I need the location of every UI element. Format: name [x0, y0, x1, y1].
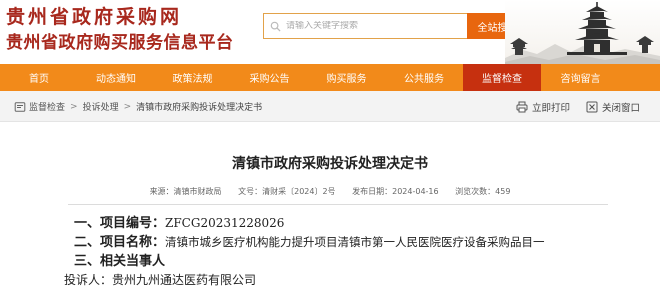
nav-item-policies[interactable]: 政策法规 — [154, 64, 231, 91]
doc-line-label: 三、相关当事人 — [74, 254, 166, 269]
nav-item-announcements[interactable]: 采购公告 — [231, 64, 308, 91]
search-icon — [264, 14, 286, 38]
nav-item-public-services[interactable]: 公共服务 — [385, 64, 463, 91]
site-title: 贵州省政府采购网 — [6, 6, 183, 28]
meta-view-count: 浏览次数：459 — [455, 187, 511, 196]
page-actions: 立即打印 关闭窗口 — [500, 91, 640, 122]
printer-icon — [516, 101, 528, 113]
divider — [68, 204, 608, 205]
nav-item-consultation[interactable]: 咨询留言 — [541, 64, 620, 91]
meta-source: 来源：清镇市财政局 — [149, 187, 222, 196]
breadcrumb-item-complaints[interactable]: 投诉处理 — [83, 100, 119, 113]
nav-item-supervision[interactable]: 监督检查 — [463, 64, 541, 91]
site-subtitle: 贵州省政府购买服务信息平台 — [6, 33, 234, 53]
pagoda-illustration — [505, 0, 660, 64]
document-meta: 来源：清镇市财政局 文号：清财采〔2024〕2号 发布日期：2024-04-16… — [0, 186, 660, 197]
site-header: 贵州省政府采购网 贵州省政府购买服务信息平台 全站搜索 — [0, 0, 660, 64]
breadcrumb-item-supervision[interactable]: 监督检查 — [29, 100, 65, 113]
close-icon — [586, 101, 598, 113]
doc-line-text: 投诉人：贵州九州通达医药有限公司 — [64, 273, 257, 287]
doc-line-project-number: 一、项目编号：ZFCG20231228026 — [64, 214, 660, 233]
document-body: 一、项目编号：ZFCG20231228026 二、项目名称：清镇市城乡医疗机构能… — [64, 214, 660, 290]
nav-item-home[interactable]: 首页 — [0, 64, 78, 91]
breadcrumb-separator: > — [70, 101, 78, 112]
print-button[interactable]: 立即打印 — [516, 100, 570, 114]
close-window-button[interactable]: 关闭窗口 — [586, 100, 640, 114]
nav-item-news[interactable]: 动态通知 — [78, 64, 154, 91]
meta-publish-date: 发布日期：2024-04-16 — [352, 187, 439, 196]
doc-line-project-name: 二、项目名称：清镇市城乡医疗机构能力提升项目清镇市第一人民医院医疗设备采购品目一 — [64, 233, 660, 252]
brand[interactable]: 贵州省政府采购网 贵州省政府购买服务信息平台 — [6, 6, 234, 53]
breadcrumb-bar: 监督检查 > 投诉处理 > 清镇市政府采购投诉处理决定书 立即打印 关闭窗口 — [0, 91, 660, 122]
nav-item-services[interactable]: 购买服务 — [308, 64, 385, 91]
search-box — [263, 13, 468, 39]
doc-line-text: ZFCG20231228026 — [165, 216, 285, 230]
doc-line-text: 清镇市城乡医疗机构能力提升项目清镇市第一人民医院医疗设备采购品目一 — [165, 235, 545, 249]
main-nav: 首页 动态通知 政策法规 采购公告 购买服务 公共服务 监督检查 咨询留言 — [0, 64, 660, 91]
doc-line-label: 二、项目名称： — [74, 235, 166, 250]
document-title: 清镇市政府采购投诉处理决定书 — [232, 156, 428, 172]
breadcrumb-separator: > — [123, 101, 132, 112]
print-label: 立即打印 — [531, 102, 570, 114]
breadcrumb-item-current: 清镇市政府采购投诉处理决定书 — [136, 103, 263, 113]
doc-line-parties-heading: 三、相关当事人 — [64, 252, 660, 271]
meta-doc-number: 文号：清财采〔2024〕2号 — [238, 187, 336, 196]
home-icon — [14, 101, 26, 113]
close-label: 关闭窗口 — [601, 102, 640, 114]
doc-line-label: 一、项目编号： — [74, 216, 166, 231]
search-input[interactable] — [286, 21, 464, 31]
doc-line-complainant: 投诉人：贵州九州通达医药有限公司 — [64, 271, 660, 290]
breadcrumb: 监督检查 > 投诉处理 > 清镇市政府采购投诉处理决定书 — [14, 91, 262, 122]
